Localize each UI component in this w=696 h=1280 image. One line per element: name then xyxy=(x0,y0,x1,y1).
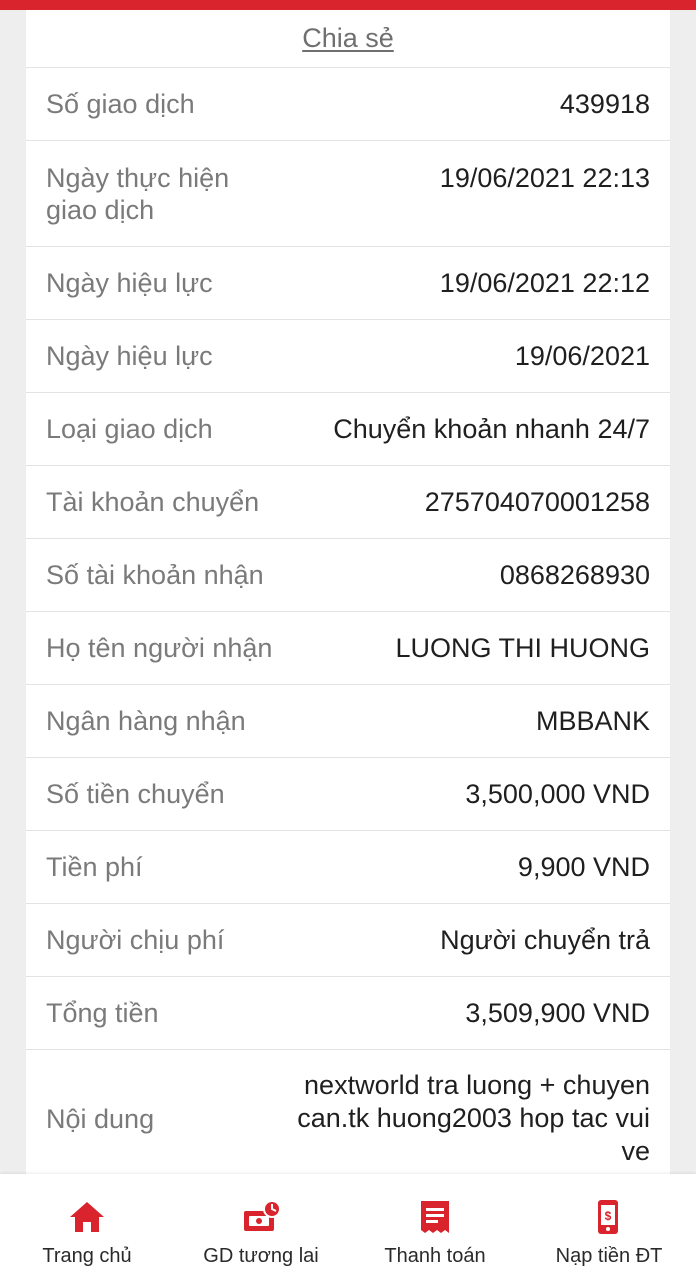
detail-value: 3,500,000 VND xyxy=(465,778,650,809)
detail-value: Chuyển khoản nhanh 24/7 xyxy=(333,413,650,444)
detail-value: 3,509,900 VND xyxy=(465,997,650,1028)
detail-label: Ngày thực hiện giao dịch xyxy=(46,163,230,225)
bill-icon xyxy=(415,1198,455,1236)
detail-row-content: Nội dung nextworld tra luong + chuyen ca… xyxy=(26,1050,670,1180)
detail-row-fee: Tiền phí 9,900 VND xyxy=(26,831,670,904)
detail-label: Nội dung xyxy=(46,1103,155,1134)
share-link[interactable]: Chia sẻ xyxy=(302,23,394,54)
detail-row-effective-datetime: Ngày hiệu lực 19/06/2021 22:12 xyxy=(26,247,670,320)
detail-label: Người chịu phí xyxy=(46,925,225,955)
detail-label: Tiền phí xyxy=(46,852,143,882)
detail-label: Họ tên người nhận xyxy=(46,633,273,663)
detail-row-receiver-account: Số tài khoản nhận 0868268930 xyxy=(26,539,670,612)
scheduled-payment-icon xyxy=(241,1198,281,1236)
detail-label: Số giao dịch xyxy=(46,89,195,119)
nav-label: Trang chủ xyxy=(42,1245,132,1267)
top-accent-bar xyxy=(0,0,696,10)
detail-value: Người chuyển trả xyxy=(440,924,650,955)
svg-text:$: $ xyxy=(605,1209,612,1223)
detail-label: Ngày hiệu lực xyxy=(46,341,213,371)
detail-label: Loại giao dịch xyxy=(46,414,213,444)
transaction-detail-card: Chia sẻ Số giao dịch 439918 Ngày thực hi… xyxy=(26,10,670,1180)
bottom-navigation: Trang chủ GD tương lai Thanh toán $ Nạp … xyxy=(0,1174,696,1280)
detail-value: 9,900 VND xyxy=(517,851,650,882)
detail-row-source-account: Tài khoản chuyển 275704070001258 xyxy=(26,466,670,539)
detail-value: MBBANK xyxy=(535,705,650,736)
detail-row-amount: Số tiền chuyển 3,500,000 VND xyxy=(26,758,670,831)
detail-row-effective-date: Ngày hiệu lực 19/06/2021 xyxy=(26,320,670,393)
detail-label: Số tài khoản nhận xyxy=(46,560,264,590)
detail-value: 19/06/2021 22:13 xyxy=(439,163,650,193)
share-row: Chia sẻ xyxy=(26,10,670,68)
phone-topup-icon: $ xyxy=(589,1198,629,1236)
nav-item-topup[interactable]: $ Nạp tiền ĐT xyxy=(522,1174,696,1280)
detail-row-total: Tổng tiền 3,509,900 VND xyxy=(26,977,670,1050)
nav-item-scheduled[interactable]: GD tương lai xyxy=(174,1174,348,1280)
nav-item-payment[interactable]: Thanh toán xyxy=(348,1174,522,1280)
detail-label: Tổng tiền xyxy=(46,998,159,1028)
detail-value: 19/06/2021 xyxy=(514,340,650,371)
detail-row-receiver-name: Họ tên người nhận LUONG THI HUONG xyxy=(26,612,670,685)
detail-value: LUONG THI HUONG xyxy=(395,632,650,663)
detail-row-execution-date: Ngày thực hiện giao dịch 19/06/2021 22:1… xyxy=(26,141,670,247)
nav-label: GD tương lai xyxy=(203,1245,319,1267)
nav-label: Nạp tiền ĐT xyxy=(555,1245,663,1267)
home-icon xyxy=(67,1198,107,1236)
detail-row-transaction-number: Số giao dịch 439918 xyxy=(26,68,670,141)
nav-item-home[interactable]: Trang chủ xyxy=(0,1174,174,1280)
detail-label: Số tiền chuyển xyxy=(46,779,225,809)
detail-label: Ngân hàng nhận xyxy=(46,706,246,736)
detail-value: 19/06/2021 22:12 xyxy=(439,267,650,298)
detail-label: Ngày hiệu lực xyxy=(46,268,213,298)
detail-label: Tài khoản chuyển xyxy=(46,487,260,517)
detail-value: 0868268930 xyxy=(499,559,650,590)
detail-value: nextworld tra luong + chuyen can.tk huon… xyxy=(297,1070,650,1166)
detail-row-fee-payer: Người chịu phí Người chuyển trả xyxy=(26,904,670,977)
nav-label: Thanh toán xyxy=(384,1245,486,1267)
detail-value: 275704070001258 xyxy=(424,486,650,517)
detail-row-transaction-type: Loại giao dịch Chuyển khoản nhanh 24/7 xyxy=(26,393,670,466)
detail-value: 439918 xyxy=(559,88,650,119)
detail-row-receiver-bank: Ngân hàng nhận MBBANK xyxy=(26,685,670,758)
